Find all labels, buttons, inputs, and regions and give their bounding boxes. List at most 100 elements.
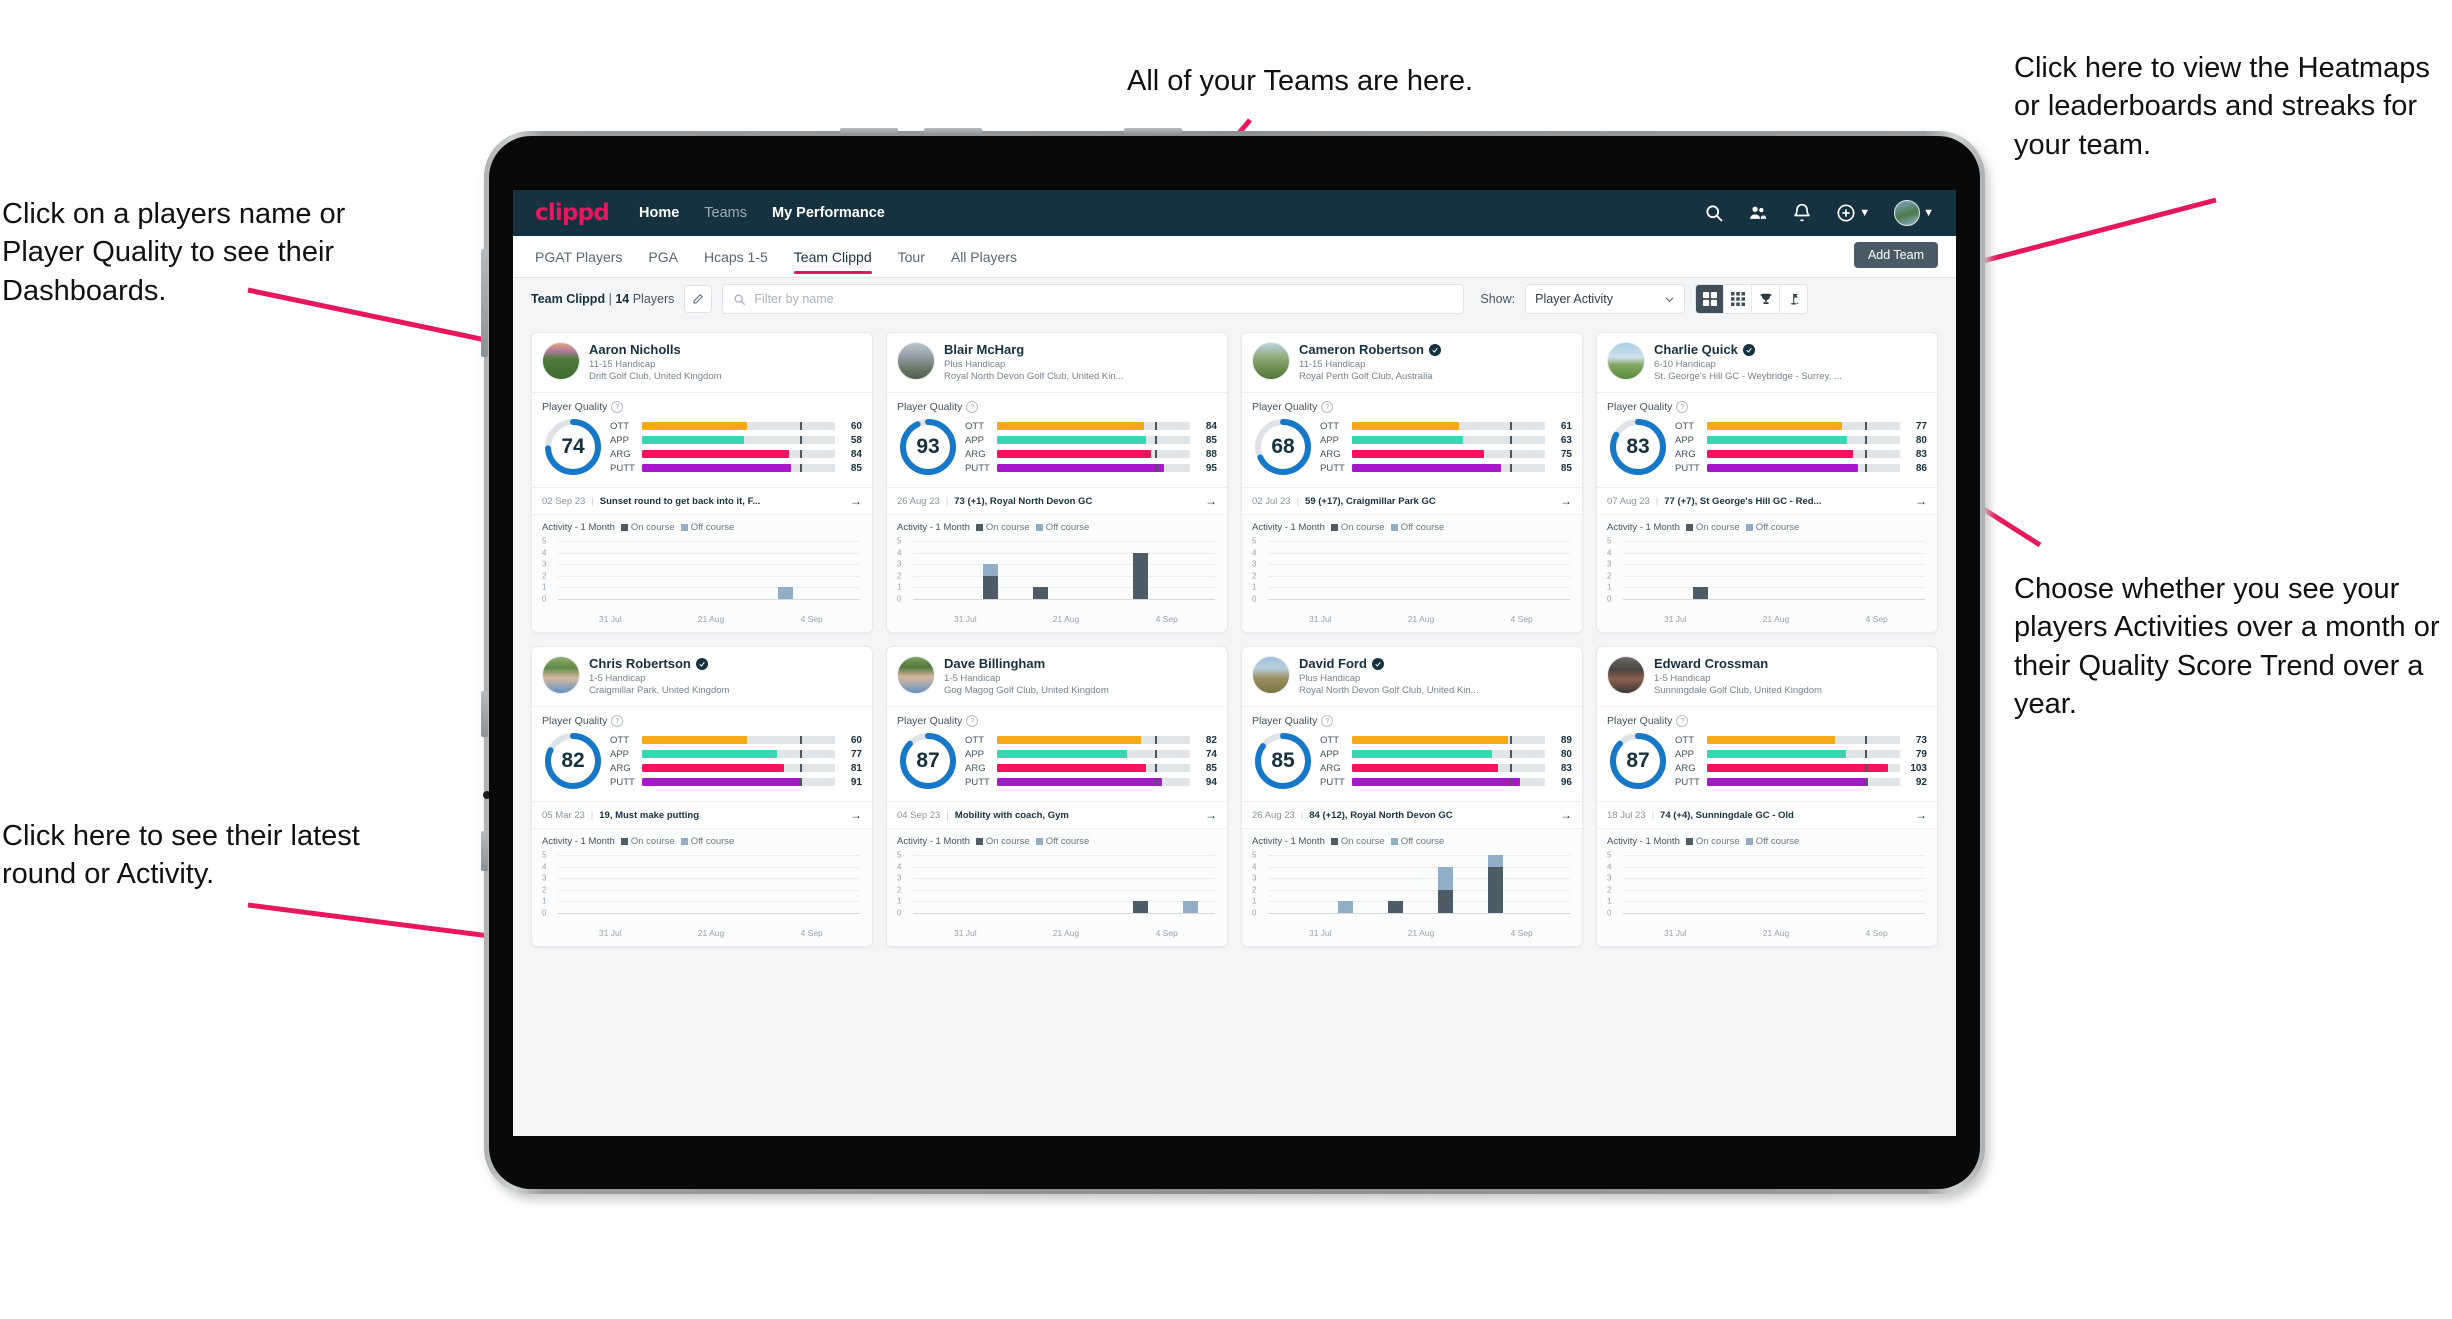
compact-grid-view-button[interactable]: [1724, 285, 1753, 313]
player-avatar[interactable]: [1252, 342, 1290, 380]
player-avatar[interactable]: [1607, 342, 1645, 380]
player-card[interactable]: Blair McHarg Plus Handicap Royal North D…: [886, 332, 1228, 633]
left-side-button-3[interactable]: [481, 831, 488, 871]
nav-my-performance[interactable]: My Performance: [772, 205, 885, 221]
player-card[interactable]: Chris Robertson 1-5 Handicap Craigmillar…: [531, 646, 873, 947]
round-arrow-icon[interactable]: →: [1554, 494, 1572, 508]
people-icon[interactable]: [1748, 203, 1768, 223]
latest-round-row[interactable]: 02 Sep 23 | Sunset round to get back int…: [532, 488, 872, 515]
tab-pgat-players[interactable]: PGAT Players: [535, 236, 622, 278]
latest-round-row[interactable]: 04 Sep 23 | Mobility with coach, Gym →: [887, 802, 1227, 829]
latest-round-row[interactable]: 26 Aug 23 | 73 (+1), Royal North Devon G…: [887, 488, 1227, 515]
round-arrow-icon[interactable]: →: [1909, 494, 1927, 508]
search-field[interactable]: Filter by name: [722, 284, 1465, 314]
tab-team-clippd[interactable]: Team Clippd: [793, 236, 872, 278]
player-card[interactable]: Cameron Robertson 11-15 Handicap Royal P…: [1241, 332, 1583, 633]
player-quality-section[interactable]: Player Quality ? 93 OTT 84 APP 85 ARG 88…: [887, 393, 1227, 488]
help-icon[interactable]: ?: [611, 401, 624, 413]
round-arrow-icon[interactable]: →: [1909, 808, 1927, 822]
player-avatar[interactable]: [897, 656, 935, 694]
grid-view-button[interactable]: [1696, 285, 1725, 313]
plus-circle-icon[interactable]: [1836, 203, 1856, 223]
player-name[interactable]: Dave Billingham: [944, 656, 1217, 671]
player-card-header[interactable]: Aaron Nicholls 11-15 Handicap Drift Golf…: [532, 333, 872, 393]
player-avatar[interactable]: [1607, 656, 1645, 694]
latest-round-row[interactable]: 05 Mar 23 | 19, Must make putting →: [532, 802, 872, 829]
help-icon[interactable]: ?: [966, 401, 979, 413]
player-card-header[interactable]: Dave Billingham 1-5 Handicap Gog Magog G…: [887, 647, 1227, 707]
tab-all-players[interactable]: All Players: [951, 236, 1017, 278]
player-name[interactable]: Aaron Nicholls: [589, 342, 862, 357]
help-icon[interactable]: ?: [1676, 715, 1689, 727]
round-date: 18 Jul 23: [1607, 809, 1646, 821]
latest-round-row[interactable]: 18 Jul 23 | 74 (+4), Sunningdale GC - Ol…: [1597, 802, 1937, 829]
avatar[interactable]: [1894, 200, 1921, 226]
latest-round-row[interactable]: 07 Aug 23 | 77 (+7), St George's Hill GC…: [1597, 488, 1937, 515]
player-quality-section[interactable]: Player Quality ? 68 OTT 61 APP 63 ARG 75…: [1242, 393, 1582, 488]
metric-value: 63: [1560, 434, 1572, 446]
player-avatar[interactable]: [542, 656, 580, 694]
player-quality-section[interactable]: Player Quality ? 83 OTT 77 APP 80 ARG 83…: [1597, 393, 1937, 488]
player-avatar[interactable]: [1252, 656, 1290, 694]
latest-round-row[interactable]: 02 Jul 23 | 59 (+17), Craigmillar Park G…: [1242, 488, 1582, 515]
latest-round-row[interactable]: 26 Aug 23 | 84 (+12), Royal North Devon …: [1242, 802, 1582, 829]
player-card[interactable]: David Ford Plus Handicap Royal North Dev…: [1241, 646, 1583, 947]
player-name[interactable]: David Ford: [1299, 656, 1572, 671]
player-card-header[interactable]: David Ford Plus Handicap Royal North Dev…: [1242, 647, 1582, 707]
bell-icon[interactable]: [1792, 203, 1812, 223]
create-menu[interactable]: ▼: [1836, 203, 1870, 223]
player-card-header[interactable]: Edward Crossman 1-5 Handicap Sunningdale…: [1597, 647, 1937, 707]
tab-tour[interactable]: Tour: [898, 236, 925, 278]
golf-flag-view-button[interactable]: [1780, 285, 1807, 313]
help-icon[interactable]: ?: [611, 715, 624, 727]
player-card-header[interactable]: Cameron Robertson 11-15 Handicap Royal P…: [1242, 333, 1582, 393]
player-card[interactable]: Dave Billingham 1-5 Handicap Gog Magog G…: [886, 646, 1228, 947]
player-quality-section[interactable]: Player Quality ? 87 OTT 82 APP 74 ARG 85…: [887, 707, 1227, 802]
round-arrow-icon[interactable]: →: [1199, 808, 1217, 822]
left-side-button[interactable]: [481, 249, 488, 357]
edit-team-button[interactable]: [684, 285, 713, 313]
player-name[interactable]: Blair McHarg: [944, 342, 1217, 357]
player-avatar[interactable]: [897, 342, 935, 380]
round-arrow-icon[interactable]: →: [844, 494, 862, 508]
search-icon[interactable]: [1704, 203, 1724, 223]
player-card[interactable]: Edward Crossman 1-5 Handicap Sunningdale…: [1596, 646, 1938, 947]
player-quality-body: 83 OTT 77 APP 80 ARG 83 PUTT 86: [1607, 416, 1927, 478]
player-card-header[interactable]: Charlie Quick 6-10 Handicap St. George's…: [1597, 333, 1937, 393]
player-card-header[interactable]: Blair McHarg Plus Handicap Royal North D…: [887, 333, 1227, 393]
nav-teams[interactable]: Teams: [704, 205, 747, 221]
player-card-header[interactable]: Chris Robertson 1-5 Handicap Craigmillar…: [532, 647, 872, 707]
player-card[interactable]: Charlie Quick 6-10 Handicap St. George's…: [1596, 332, 1938, 633]
clippd-logo[interactable]: clippd: [535, 200, 610, 226]
player-card[interactable]: Aaron Nicholls 11-15 Handicap Drift Golf…: [531, 332, 873, 633]
volume-down-button[interactable]: [924, 128, 982, 135]
round-arrow-icon[interactable]: →: [1554, 808, 1572, 822]
player-name[interactable]: Charlie Quick: [1654, 342, 1927, 357]
power-button[interactable]: [1124, 128, 1182, 135]
player-quality-section[interactable]: Player Quality ? 87 OTT 73 APP 79 ARG 10…: [1597, 707, 1937, 802]
player-avatar[interactable]: [542, 342, 580, 380]
tab-hcaps-1-5[interactable]: Hcaps 1-5: [704, 236, 768, 278]
help-icon[interactable]: ?: [1321, 715, 1334, 727]
player-name[interactable]: Cameron Robertson: [1299, 342, 1572, 357]
volume-up-button[interactable]: [840, 128, 898, 135]
help-icon[interactable]: ?: [1321, 401, 1334, 413]
account-menu[interactable]: ▼: [1894, 200, 1934, 226]
player-quality-section[interactable]: Player Quality ? 82 OTT 60 APP 77 ARG 81…: [532, 707, 872, 802]
round-arrow-icon[interactable]: →: [844, 808, 862, 822]
tab-pga[interactable]: PGA: [648, 236, 678, 278]
player-name[interactable]: Chris Robertson: [589, 656, 862, 671]
help-icon[interactable]: ?: [966, 715, 979, 727]
round-arrow-icon[interactable]: →: [1199, 494, 1217, 508]
show-select[interactable]: Player Activity: [1525, 284, 1686, 314]
player-name[interactable]: Edward Crossman: [1654, 656, 1927, 671]
add-team-button[interactable]: Add Team: [1853, 242, 1938, 268]
player-quality-section[interactable]: Player Quality ? 74 OTT 60 APP 58 ARG 84…: [532, 393, 872, 488]
y-tick-label: 0: [897, 908, 902, 918]
help-icon[interactable]: ?: [1676, 401, 1689, 413]
legend-off-course: Off course: [680, 836, 734, 847]
left-side-button-2[interactable]: [481, 691, 488, 737]
nav-home[interactable]: Home: [639, 205, 679, 221]
player-quality-section[interactable]: Player Quality ? 85 OTT 89 APP 80 ARG 83…: [1242, 707, 1582, 802]
trophy-view-button[interactable]: [1752, 285, 1781, 313]
